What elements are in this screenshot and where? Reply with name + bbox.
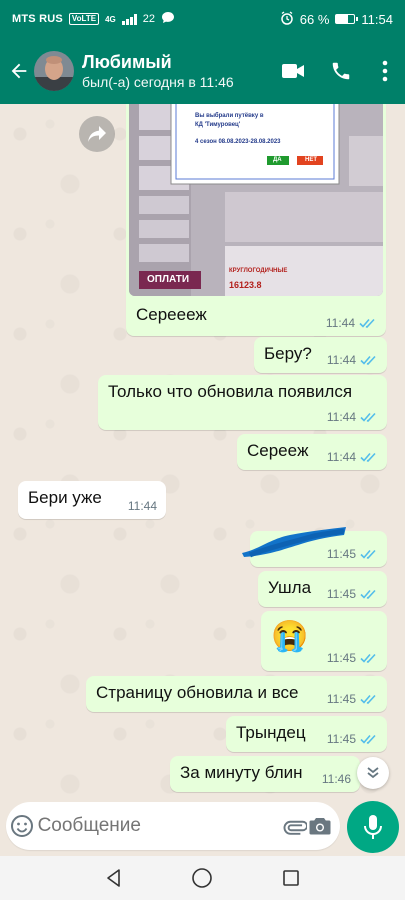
back-arrow-icon[interactable] [2,38,36,104]
last-seen-status: был(-а) сегодня в 11:46 [82,74,234,90]
mic-icon[interactable] [347,801,399,853]
message-time: 11:44 [326,410,356,424]
message-text: Только что обновила появился [108,382,353,401]
message-meta: 11:45 [327,732,378,746]
scroll-down-icon[interactable] [357,757,389,789]
read-ticks-icon [360,589,376,599]
message-bubble[interactable]: Беру? 11:44 [254,337,387,373]
network-type: 4G [105,14,116,24]
forward-icon[interactable] [79,116,115,152]
nav-recents-icon[interactable] [271,858,311,898]
read-ticks-icon [360,412,376,422]
contact-info[interactable]: Любимый был(-а) сегодня в 11:46 [82,51,269,91]
dialog-no-label: НЕТ [305,157,317,163]
shared-screenshot-image[interactable]: Вы выбрали путёвку в КД 'Тимуровец' 4 се… [129,104,383,296]
message-bubble[interactable]: Только что обновила появился 11:44 [98,375,387,430]
clock: 11:54 [361,11,393,27]
dialog-line-2: КД 'Тимуровец' [195,122,241,128]
emoji-message[interactable]: 😭 11:45 [261,611,387,671]
message-icon [161,11,175,27]
phone-icon[interactable] [317,38,365,104]
message-time: 11:45 [326,692,356,706]
message-time: 11:44 [325,316,355,330]
alarm-icon [280,10,294,28]
read-ticks-icon [360,355,376,365]
price-label: КРУГЛОГОДИЧНЫЕ [229,268,288,274]
redaction-scribble [242,527,346,558]
message-meta: 11:44 [327,353,378,367]
dialog-line-1: Вы выбрали путёвку в [195,113,264,119]
read-ticks-icon [359,318,375,328]
signal-icon [121,13,137,25]
message-time: 11:45 [326,732,356,746]
pay-label: ОПЛАТИ [147,274,190,285]
message-bubble[interactable]: Трындец 11:45 [226,716,387,752]
message-time: 11:45 [326,651,356,665]
message-meta: 11:45 [327,587,378,601]
message-meta: 11:46 [322,772,351,786]
message-meta: 11:45 [327,651,378,665]
contact-name: Любимый [82,52,172,72]
message-time: 11:45 [326,587,356,601]
camera-icon[interactable] [307,815,332,837]
message-time: 11:44 [326,353,356,367]
volte-badge: VoLTE [68,13,100,25]
message-text: Сереееж [136,305,207,324]
dialog-line-3: 4 сезон 08.08.2023-28.08.2023 [195,139,281,145]
more-vert-icon[interactable] [365,38,405,104]
read-ticks-icon [360,734,376,744]
carrier-name: MTS RUS [12,13,63,25]
chat-area[interactable]: Вы выбрали путёвку в КД 'Тимуровец' 4 се… [0,104,405,798]
composer [0,798,405,856]
message-meta: 11:45 [327,692,378,706]
message-time: 11:44 [326,450,356,464]
message-input[interactable] [37,815,283,837]
battery-icon [335,14,359,24]
read-ticks-icon [360,694,376,704]
nav-home-icon[interactable] [182,858,222,898]
message-bubble[interactable]: Ушла 11:45 [258,571,387,607]
message-bubble[interactable]: За минуту блин 11:46 [170,756,360,792]
read-ticks-icon [360,653,376,663]
price-value: 16123.8 [229,280,262,290]
message-bubble[interactable]: Страницу обновила и все 11:45 [86,676,387,712]
message-meta: 11:44 [327,410,378,424]
read-ticks-icon [360,452,376,462]
message-time: 11:44 [127,499,157,513]
message-meta: 11:44 [128,499,157,513]
message-meta: 11:44 [327,450,378,464]
video-call-icon[interactable] [269,38,317,104]
status-bar: MTS RUS VoLTE 4G 22 66 % 11:54 [0,0,405,38]
battery-percent: 66 % [299,11,330,27]
message-bubble-incoming[interactable]: Бери уже 11:44 [18,481,166,519]
avatar[interactable] [34,51,74,91]
signal-2-label: 22 [142,13,155,25]
attach-icon[interactable] [283,814,308,838]
system-nav-bar [0,856,405,900]
nav-back-icon[interactable] [94,858,134,898]
image-message[interactable]: Вы выбрали путёвку в КД 'Тимуровец' 4 се… [126,104,386,336]
dialog-yes-label: ДА [273,157,282,163]
emoji-icon[interactable] [6,814,38,838]
message-input-container[interactable] [6,802,340,850]
message-bubble[interactable]: Сереeж 11:44 [237,434,387,470]
read-ticks-icon [360,549,376,559]
message-meta: 11:44 [326,316,377,330]
message-time: 11:46 [321,772,351,786]
chat-header: Любимый был(-а) сегодня в 11:46 [0,38,405,104]
